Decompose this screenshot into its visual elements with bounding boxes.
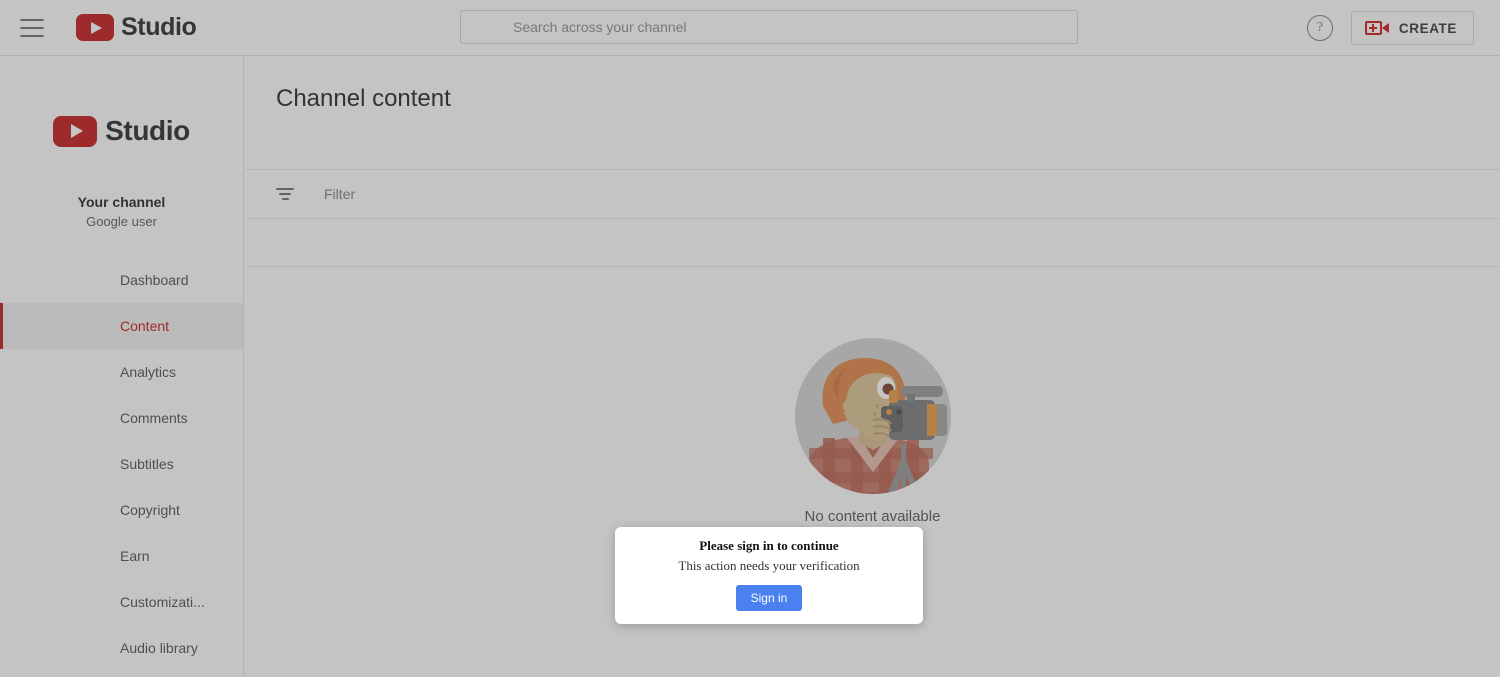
sign-in-dialog: Please sign in to continue This action n… — [615, 527, 923, 624]
sign-in-button[interactable]: Sign in — [735, 585, 803, 611]
dialog-title: Please sign in to continue — [699, 538, 839, 553]
dialog-subtitle: This action needs your verification — [678, 558, 860, 573]
